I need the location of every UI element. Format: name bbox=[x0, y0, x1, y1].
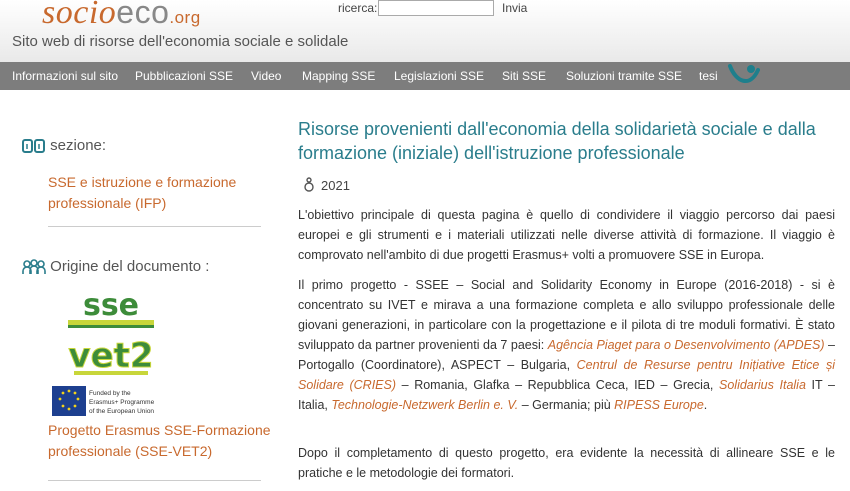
swirl-logo-icon bbox=[728, 64, 760, 83]
search-label: ricerca: bbox=[338, 1, 378, 15]
para2-text-e: – Germania; più bbox=[518, 398, 615, 412]
eu-text-1: Funded by the bbox=[89, 390, 131, 397]
sse-logo-top-text: sse bbox=[83, 289, 139, 323]
erasmus-eu-logo: Funded by the Erasmus+ Programme of the … bbox=[52, 386, 155, 416]
paragraph-first-project: Il primo progetto - SSEE – Social and So… bbox=[298, 275, 835, 415]
nav-item-mapping[interactable]: Mapping SSE bbox=[302, 69, 375, 83]
sidebar-divider-2 bbox=[48, 480, 261, 481]
search-input[interactable] bbox=[378, 0, 494, 16]
paragraph-intro: L'obiettivo principale di questa pagina … bbox=[298, 208, 835, 262]
logo-org: .org bbox=[169, 8, 201, 27]
link-ripess[interactable]: RIPESS Europe bbox=[614, 398, 704, 412]
nav-item-tesi[interactable]: tesi bbox=[699, 69, 718, 83]
section-heading: sezione: bbox=[22, 137, 106, 154]
origin-heading: Origine del documento : bbox=[22, 258, 209, 275]
nav-item-pubblicazioni[interactable]: Pubblicazioni SSE bbox=[135, 69, 233, 83]
nav-item-informazioni[interactable]: Informazioni sul sito bbox=[12, 69, 118, 83]
people-icon bbox=[22, 259, 46, 275]
site-header: socioeco.org Sito web di risorse dell'ec… bbox=[0, 0, 850, 62]
link-solidarius[interactable]: Solidarius Italia bbox=[719, 378, 806, 392]
nav-item-siti[interactable]: Siti SSE bbox=[502, 69, 546, 83]
eu-text-3: of the European Union bbox=[89, 408, 154, 415]
link-apdes[interactable]: Agência Piaget para o Desenvolvimento (A… bbox=[548, 338, 825, 352]
main-nav: Informazioni sul sito Pubblicazioni SSE … bbox=[0, 62, 850, 90]
books-icon bbox=[22, 139, 45, 154]
origin-heading-label: Origine del documento : bbox=[50, 258, 210, 275]
year-line: 2021 bbox=[303, 177, 350, 193]
logo-socio: socio bbox=[42, 0, 117, 31]
year-value: 2021 bbox=[321, 178, 350, 193]
site-logo[interactable]: socioeco.org bbox=[42, 0, 201, 32]
project-link[interactable]: Progetto Erasmus SSE-Formazione professi… bbox=[48, 420, 293, 462]
eu-text-2: Erasmus+ Programme bbox=[89, 399, 155, 406]
nav-item-soluzioni[interactable]: Soluzioni tramite SSE bbox=[566, 69, 682, 83]
para2-text-f: . bbox=[703, 398, 708, 412]
nav-item-legislazioni[interactable]: Legislazioni SSE bbox=[394, 69, 484, 83]
hourglass-icon bbox=[304, 177, 314, 192]
sse-logo-bottom-text: vet2 bbox=[68, 336, 153, 376]
sse-vet2-logo[interactable]: sse vet2 bbox=[64, 289, 158, 377]
section-heading-label: sezione: bbox=[50, 137, 107, 154]
paragraph-after-project: Dopo il completamento di questo progetto… bbox=[298, 446, 835, 480]
sidebar-divider bbox=[48, 226, 261, 227]
search-submit-button[interactable]: Invia bbox=[502, 1, 527, 15]
link-tnb[interactable]: Technologie-Netzwerk Berlin e. V. bbox=[331, 398, 518, 412]
page-title: Risorse provenienti dall'economia della … bbox=[298, 119, 816, 163]
para2-text-c: – Romania, Glafka – Repubblica Ceca, IED… bbox=[396, 378, 719, 392]
nav-item-video[interactable]: Video bbox=[251, 69, 281, 83]
site-tagline: Sito web di risorse dell'economia social… bbox=[12, 33, 349, 50]
section-link[interactable]: SSE e istruzione e formazione profession… bbox=[48, 172, 263, 214]
logo-eco: eco bbox=[116, 0, 170, 30]
